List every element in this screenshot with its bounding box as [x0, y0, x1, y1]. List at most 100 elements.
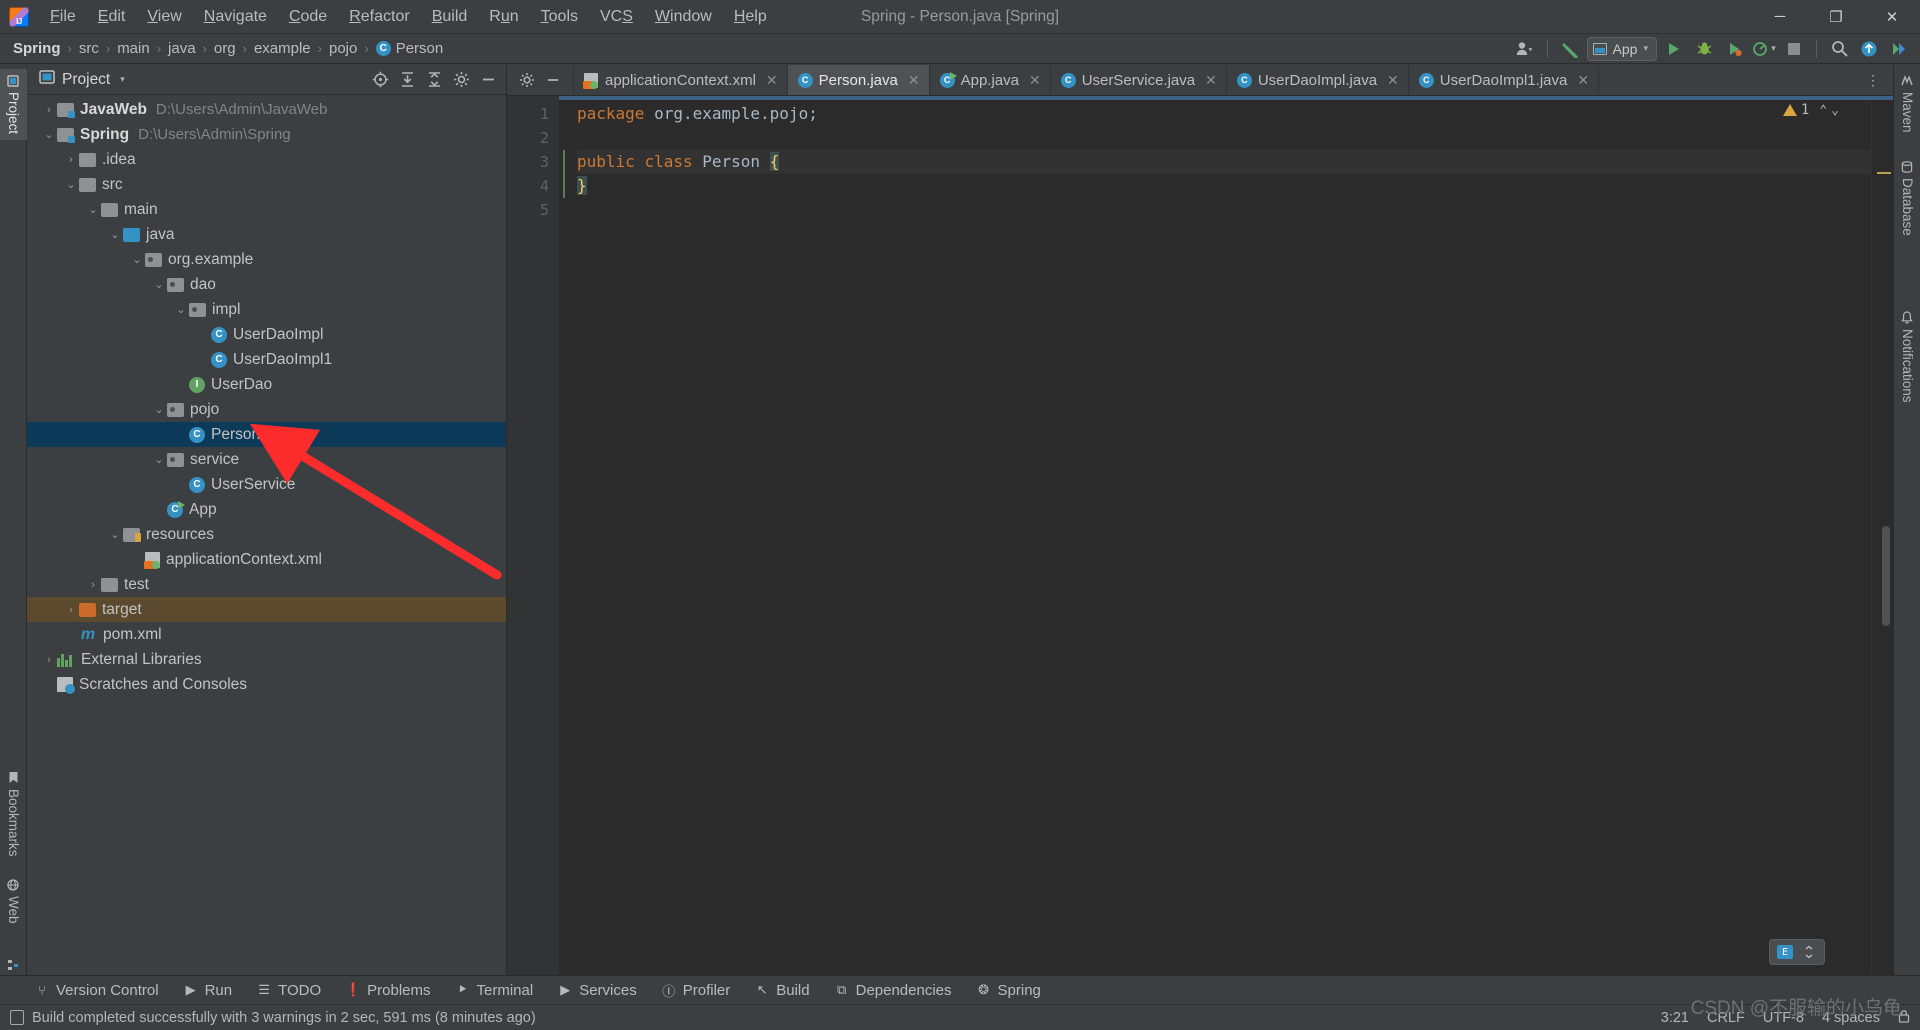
editor-floating-toolbar[interactable]: E: [1769, 939, 1825, 965]
sidebar-item-web[interactable]: Web: [0, 873, 27, 930]
close-button[interactable]: ✕: [1864, 0, 1920, 34]
tree-node-dao[interactable]: ⌄ dao: [27, 272, 506, 297]
tree-node-app[interactable]: C App: [27, 497, 506, 522]
chevron-down-icon[interactable]: ⌄: [1831, 103, 1839, 118]
menu-window[interactable]: Window: [644, 4, 723, 30]
account-icon[interactable]: [1512, 37, 1538, 61]
code-folding-bar[interactable]: [559, 96, 569, 975]
build-status-message[interactable]: Build completed successfully with 3 warn…: [10, 1010, 536, 1026]
editor-tab-person-java[interactable]: C Person.java ✕: [787, 65, 930, 95]
menu-refactor[interactable]: Refactor: [338, 4, 420, 30]
breadcrumb-item-pojo[interactable]: pojo: [326, 39, 360, 58]
line-separator[interactable]: CRLF: [1707, 1010, 1745, 1026]
tree-node-applicationcontext-xml[interactable]: applicationContext.xml: [27, 547, 506, 572]
bottom-tool-terminal[interactable]: ⯈ Terminal: [443, 979, 546, 1002]
collapse-all-icon[interactable]: [422, 69, 446, 91]
tree-node-main[interactable]: ⌄ main: [27, 197, 506, 222]
caret-position[interactable]: 3:21: [1661, 1010, 1689, 1026]
sidebar-item-notifications[interactable]: Notifications: [1894, 305, 1920, 409]
select-opened-file-icon[interactable]: [368, 69, 392, 91]
breadcrumb-item-person[interactable]: C Person: [373, 39, 447, 58]
chevron-down-icon[interactable]: ▾: [120, 74, 125, 85]
tree-node-scratches-and-consoles[interactable]: Scratches and Consoles: [27, 672, 506, 697]
tree-node-org-example[interactable]: ⌄ org.example: [27, 247, 506, 272]
bottom-tool-todo[interactable]: ☰ TODO: [244, 979, 333, 1002]
build-hammer-icon[interactable]: [1557, 37, 1583, 61]
editor-tabs[interactable]: applicationContext.xml ✕ C Person.java ✕ C App…: [574, 65, 1600, 95]
run-configuration-selector[interactable]: App ▾: [1586, 36, 1657, 61]
sidebar-item-bookmarks[interactable]: Bookmarks: [0, 765, 27, 863]
editor-layout-icon[interactable]: E: [1775, 943, 1795, 961]
inspection-widget[interactable]: 1 ⌃ ⌄: [1777, 96, 1845, 124]
editor-scrollbar-thumb[interactable]: [1882, 526, 1890, 626]
chevron-down-icon[interactable]: ⌄: [151, 403, 167, 416]
file-encoding[interactable]: UTF-8: [1763, 1010, 1804, 1026]
warning-marker[interactable]: [1877, 172, 1891, 174]
tree-node-resources[interactable]: ⌄ resources: [27, 522, 506, 547]
close-tab-icon[interactable]: ✕: [766, 72, 778, 89]
breadcrumb-item-main[interactable]: main: [114, 39, 153, 58]
code-editor[interactable]: 1 2 3 4 5 package org.example.pojo; public c…: [507, 96, 1893, 975]
close-tab-icon[interactable]: ✕: [1577, 72, 1589, 89]
editor-tab-applicationcontext-xml[interactable]: applicationContext.xml ✕: [574, 65, 788, 95]
menu-build[interactable]: Build: [421, 4, 479, 30]
code-content[interactable]: package org.example.pojo; public class P…: [569, 96, 1871, 975]
close-tab-icon[interactable]: ✕: [908, 72, 920, 89]
menu-edit[interactable]: Edit: [87, 4, 137, 30]
hide-editor-icon[interactable]: [541, 69, 565, 91]
tree-node-userdaoimpl1[interactable]: C UserDaoImpl1: [27, 347, 506, 372]
tree-node-javaweb[interactable]: › JavaWeb D:\Users\Admin\JavaWeb: [27, 97, 506, 122]
breadcrumb-item-example[interactable]: example: [251, 39, 314, 58]
tree-node-spring[interactable]: ⌄ Spring D:\Users\Admin\Spring: [27, 122, 506, 147]
tree-node-impl[interactable]: ⌄ impl: [27, 297, 506, 322]
breadcrumb-item-src[interactable]: src: [76, 39, 102, 58]
chevron-right-icon[interactable]: ›: [63, 604, 79, 616]
menu-view[interactable]: View: [136, 4, 192, 30]
close-tab-icon[interactable]: ✕: [1029, 72, 1041, 89]
close-tab-icon[interactable]: ✕: [1205, 72, 1217, 89]
editor-tab-app-java[interactable]: C App.java ✕: [930, 65, 1051, 95]
tab-settings-gear-icon[interactable]: [515, 69, 539, 91]
chevron-right-icon[interactable]: ›: [41, 654, 57, 666]
run-button-icon[interactable]: [1661, 37, 1687, 61]
bottom-tool-build[interactable]: ↖ Build: [742, 979, 821, 1002]
tree-node-userdaoimpl[interactable]: C UserDaoImpl: [27, 322, 506, 347]
tree-node-userdao[interactable]: I UserDao: [27, 372, 506, 397]
editor-layout-chevron-icon[interactable]: [1799, 943, 1819, 961]
chevron-down-icon[interactable]: ⌄: [151, 278, 167, 291]
menu-file[interactable]: File: [39, 4, 87, 30]
stop-button-icon[interactable]: [1781, 37, 1807, 61]
chevron-down-icon[interactable]: ⌄: [63, 178, 79, 191]
updates-icon[interactable]: [1856, 37, 1882, 61]
chevron-down-icon[interactable]: ⌄: [129, 253, 145, 266]
chevron-up-icon[interactable]: ⌃: [1819, 103, 1827, 118]
chevron-down-icon[interactable]: ⌄: [151, 453, 167, 466]
menu-code[interactable]: Code: [278, 4, 338, 30]
expand-all-icon[interactable]: [395, 69, 419, 91]
tree-node-src[interactable]: ⌄ src: [27, 172, 506, 197]
tree-node-service[interactable]: ⌄ service: [27, 447, 506, 472]
chevron-down-icon[interactable]: ⌄: [107, 228, 123, 241]
tree-node-pom-xml[interactable]: m pom.xml: [27, 622, 506, 647]
indent-setting[interactable]: 4 spaces: [1822, 1010, 1880, 1026]
editor-tab-userdaoimpl-java[interactable]: C UserDaoImpl.java ✕: [1227, 65, 1409, 95]
settings-icon[interactable]: [1886, 37, 1912, 61]
chevron-down-icon[interactable]: ⌄: [173, 303, 189, 316]
tree-node-userservice[interactable]: C UserService: [27, 472, 506, 497]
debug-button-icon[interactable]: [1691, 37, 1717, 61]
hide-panel-icon[interactable]: [476, 69, 500, 91]
menu-vcs[interactable]: VCS: [589, 4, 644, 30]
project-tree[interactable]: › JavaWeb D:\Users\Admin\JavaWeb ⌄ Spring D:\…: [27, 95, 506, 975]
read-only-lock-icon[interactable]: [1898, 1009, 1910, 1027]
profiler-icon[interactable]: ▾: [1751, 37, 1777, 61]
close-tab-icon[interactable]: ✕: [1387, 72, 1399, 89]
bottom-tool-profiler[interactable]: Ⓘ Profiler: [649, 979, 743, 1002]
tree-node-person[interactable]: C Person: [27, 422, 506, 447]
editor-marker-rail[interactable]: [1871, 96, 1893, 975]
sidebar-item-project[interactable]: Project: [0, 69, 27, 141]
menu-run[interactable]: Run: [478, 4, 529, 30]
breadcrumb-item-java[interactable]: java: [165, 39, 199, 58]
search-everywhere-icon[interactable]: [1826, 37, 1852, 61]
bottom-tool-version-control[interactable]: ⑂ Version Control: [22, 979, 171, 1002]
menu-tools[interactable]: Tools: [530, 4, 589, 30]
